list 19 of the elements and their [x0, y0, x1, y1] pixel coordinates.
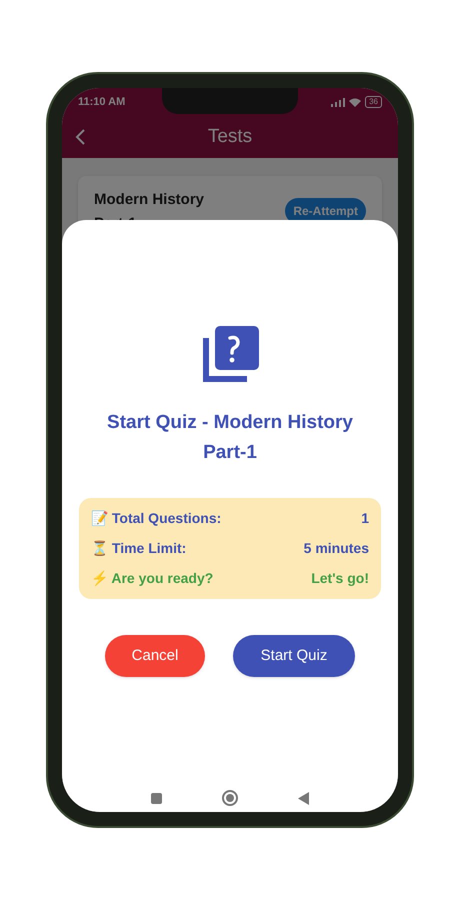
dialog-title: Start Quiz - Modern History Part-1 — [106, 411, 354, 465]
home-icon[interactable] — [222, 790, 238, 806]
recents-icon[interactable] — [151, 792, 162, 804]
info-label: ⏳ Time Limit: — [91, 539, 186, 558]
info-value: Let's go! — [311, 569, 369, 588]
battery-indicator: 36 — [365, 96, 382, 108]
info-label: 📝 Total Questions: — [91, 509, 222, 528]
back-nav-icon[interactable] — [298, 792, 309, 804]
status-time: 11:10 AM — [78, 94, 126, 110]
info-value: 1 — [361, 509, 369, 528]
back-icon[interactable] — [74, 128, 86, 146]
cancel-button[interactable]: Cancel — [105, 635, 205, 677]
page-title: Tests — [206, 124, 254, 149]
quiz-icon — [201, 326, 259, 384]
start-button[interactable]: Start Quiz — [233, 635, 355, 677]
info-value: 5 minutes — [304, 539, 369, 558]
signal-icon — [331, 98, 346, 106]
info-label: ⚡ Are you ready? — [91, 569, 214, 588]
wifi-icon — [349, 98, 362, 106]
